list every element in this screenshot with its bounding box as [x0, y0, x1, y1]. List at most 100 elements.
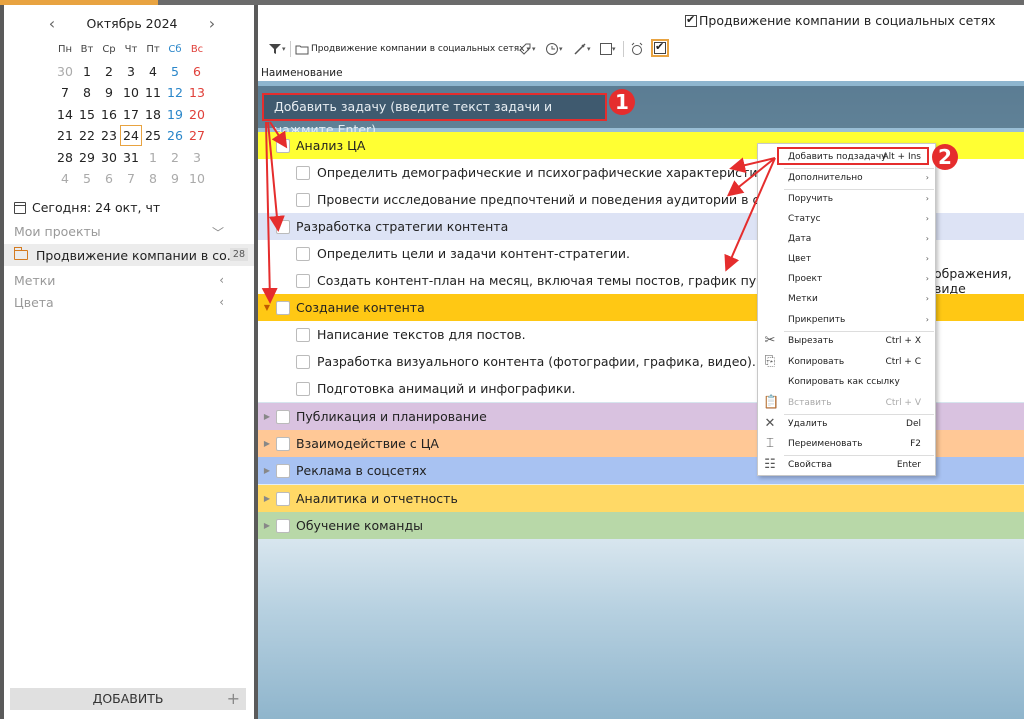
calendar-day[interactable]: 1: [142, 150, 164, 165]
menu-item-add-subtask[interactable]: Добавить подзадачу Alt + Ins: [758, 147, 935, 167]
task-group-training[interactable]: ▶ Обучение команды: [258, 512, 1024, 539]
calendar-day[interactable]: 10: [120, 85, 142, 100]
collapsed-triangle-icon[interactable]: ▶: [258, 412, 276, 421]
calendar-day[interactable]: 11: [142, 85, 164, 100]
calendar-day[interactable]: 25: [142, 128, 164, 143]
colors-header[interactable]: Цвета ‹: [14, 295, 224, 310]
menu-item-date[interactable]: Дата ›: [758, 229, 935, 249]
calendar-day[interactable]: 30: [54, 64, 76, 79]
task-checkbox[interactable]: [276, 491, 290, 506]
add-task-input[interactable]: Добавить задачу (введите текст задачи и …: [262, 93, 607, 137]
tags-header[interactable]: Метки ‹: [14, 273, 224, 288]
calendar-day[interactable]: 19: [164, 107, 186, 122]
calendar-day[interactable]: 27: [186, 128, 208, 143]
task-group-analytics[interactable]: ▶ Аналитика и отчетность: [258, 485, 1024, 512]
calendar-day[interactable]: 21: [54, 128, 76, 143]
menu-item-assign[interactable]: Поручить ›: [758, 189, 935, 209]
calendar-day[interactable]: 9: [98, 85, 120, 100]
task-checkbox[interactable]: [276, 436, 290, 451]
collapsed-triangle-icon[interactable]: ▶: [258, 439, 276, 448]
tag-button[interactable]: ▾: [518, 41, 536, 57]
alarm-button[interactable]: [630, 41, 644, 57]
menu-item-project[interactable]: Проект ›: [758, 269, 935, 289]
task-checkbox[interactable]: [276, 219, 290, 234]
menu-item-tags[interactable]: Метки ›: [758, 289, 935, 309]
calendar-day[interactable]: 2: [164, 150, 186, 165]
calendar-day[interactable]: 31: [120, 150, 142, 165]
task-checkbox[interactable]: [276, 409, 290, 424]
task-checkbox[interactable]: [296, 192, 310, 207]
today-link[interactable]: Сегодня: 24 окт, чт: [14, 200, 160, 215]
collapsed-triangle-icon[interactable]: ▶: [258, 466, 276, 475]
calendar-day[interactable]: 2: [98, 64, 120, 79]
task-checkbox[interactable]: [296, 246, 310, 261]
calendar-day[interactable]: 23: [98, 128, 120, 143]
menu-item-paste[interactable]: 📋 Вставить Ctrl + V: [758, 393, 935, 413]
calendar-day[interactable]: 7: [120, 171, 142, 186]
menu-item-status[interactable]: Статус ›: [758, 209, 935, 229]
brush-button[interactable]: ▾: [573, 41, 591, 57]
calendar-day[interactable]: 13: [186, 85, 208, 100]
menu-item-cut[interactable]: ✂ Вырезать Ctrl + X: [758, 331, 935, 351]
calendar-day[interactable]: 8: [76, 85, 98, 100]
calendar-day[interactable]: 4: [142, 64, 164, 79]
my-projects-header[interactable]: Мои проекты ﹀: [14, 224, 224, 240]
calendar-day[interactable]: 6: [186, 64, 208, 79]
task-checkbox[interactable]: [296, 273, 310, 288]
task-checkbox[interactable]: [296, 327, 310, 342]
add-button[interactable]: ДОБАВИТЬ +: [10, 688, 246, 710]
calendar-day[interactable]: 12: [164, 85, 186, 100]
task-checkbox[interactable]: [296, 165, 310, 180]
task-checkbox[interactable]: [276, 300, 290, 315]
project-dropdown[interactable]: Продвижение компании в социальных сетях ▾: [295, 41, 530, 57]
calendar-day[interactable]: 14: [54, 107, 76, 122]
calendar-month-title[interactable]: Октябрь 2024: [62, 16, 202, 31]
sidebar-item-project[interactable]: Продвижение компании в со... 28: [4, 244, 254, 266]
menu-item-rename[interactable]: ⌶ Переименовать F2: [758, 434, 935, 454]
completed-toggle[interactable]: [651, 39, 669, 57]
calendar-day[interactable]: 6: [98, 171, 120, 186]
calendar-day[interactable]: 28: [54, 150, 76, 165]
calendar-day[interactable]: 16: [98, 107, 120, 122]
calendar-next-button[interactable]: ›: [202, 15, 222, 33]
calendar-day[interactable]: 4: [54, 171, 76, 186]
collapsed-triangle-icon[interactable]: ▶: [258, 521, 276, 530]
collapsed-triangle-icon[interactable]: ▶: [258, 494, 276, 503]
calendar-day[interactable]: 20: [186, 107, 208, 122]
calendar-prev-button[interactable]: ‹: [42, 15, 62, 33]
menu-item-delete[interactable]: ✕ Удалить Del: [758, 414, 935, 434]
expanded-triangle-icon[interactable]: ▼: [258, 303, 276, 312]
task-checkbox[interactable]: [296, 354, 310, 369]
calendar-day[interactable]: 9: [164, 171, 186, 186]
checkbox-filter-button[interactable]: ▾: [600, 41, 616, 57]
calendar-day[interactable]: 26: [164, 128, 186, 143]
calendar-day[interactable]: 10: [186, 171, 208, 186]
calendar-day[interactable]: 30: [98, 150, 120, 165]
filter-button[interactable]: ▾: [268, 41, 286, 57]
column-header-name[interactable]: Наименование: [258, 65, 1024, 81]
task-checkbox[interactable]: [296, 381, 310, 396]
task-checkbox[interactable]: [276, 463, 290, 478]
menu-item-properties[interactable]: ☷ Свойства Enter: [758, 455, 935, 475]
menu-item-more[interactable]: Дополнительно ›: [758, 168, 935, 188]
menu-item-copy-link[interactable]: Копировать как ссылку: [758, 372, 935, 392]
calendar-day[interactable]: 5: [76, 171, 98, 186]
calendar-day[interactable]: 15: [76, 107, 98, 122]
calendar-day[interactable]: 7: [54, 85, 76, 100]
calendar-day[interactable]: 29: [76, 150, 98, 165]
menu-item-attach[interactable]: Прикрепить ›: [758, 310, 935, 330]
task-checkbox[interactable]: [276, 138, 290, 153]
calendar-day[interactable]: 18: [142, 107, 164, 122]
calendar-day[interactable]: 22: [76, 128, 98, 143]
calendar-day[interactable]: 3: [120, 64, 142, 79]
menu-item-copy[interactable]: ⎘ Копировать Ctrl + C: [758, 352, 935, 372]
calendar-day[interactable]: 5: [164, 64, 186, 79]
calendar-day[interactable]: 3: [186, 150, 208, 165]
project-checkbox[interactable]: Продвижение компании в социальных сетях: [685, 13, 996, 28]
calendar-day-today[interactable]: 24: [120, 125, 142, 147]
task-checkbox[interactable]: [276, 518, 290, 533]
menu-item-color[interactable]: Цвет ›: [758, 249, 935, 269]
calendar-day[interactable]: 8: [142, 171, 164, 186]
calendar-day[interactable]: 1: [76, 64, 98, 79]
clock-button[interactable]: ▾: [545, 41, 563, 57]
